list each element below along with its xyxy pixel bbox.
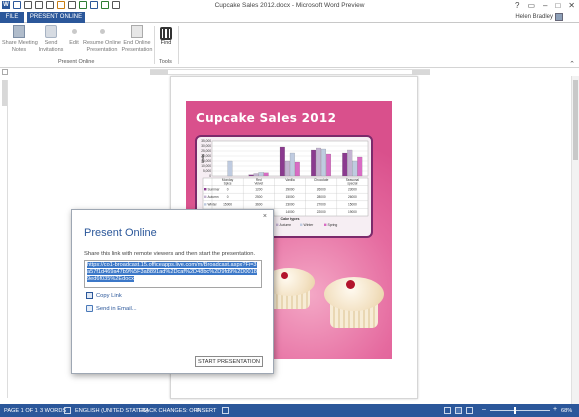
send-invitations-label: Send Invitations — [38, 40, 64, 53]
group-divider — [178, 26, 179, 64]
cover-title: Cupcake Sales 2012 — [196, 111, 337, 125]
ribbon-tabs: FILE PRESENT ONLINE Helen Bradley — [0, 12, 579, 24]
dialog-description: Share this link with remote viewers and … — [84, 251, 256, 257]
group-label-tools: Tools — [159, 59, 172, 65]
share-meeting-notes-label: Share Meeting Notes — [2, 40, 38, 53]
binoculars-icon — [160, 25, 172, 40]
resume-online-presentation-button[interactable]: Resume Online Presentation — [82, 25, 122, 53]
close-icon[interactable]: ✕ — [568, 1, 575, 10]
zoom-in-button[interactable]: + — [553, 406, 557, 413]
tab-file[interactable]: FILE — [0, 12, 24, 23]
copy-link-label: Copy Link — [96, 292, 122, 299]
resume-label: Resume Online Presentation — [83, 40, 121, 53]
edit-button[interactable]: Edit — [66, 25, 82, 47]
status-bar: PAGE 1 OF 1 3 WORDS ENGLISH (UNITED STAT… — [0, 404, 579, 417]
print-layout-icon[interactable] — [455, 407, 462, 414]
share-link-field[interactable]: https://co1-broadcast.15.officeapps.live… — [84, 260, 262, 288]
word-count[interactable]: 3 WORDS — [40, 408, 66, 414]
edit-label: Edit — [69, 40, 79, 46]
send-invitations-button[interactable]: Send Invitations — [36, 25, 66, 53]
avatar[interactable] — [555, 13, 563, 21]
ruler-left-margin — [150, 70, 168, 75]
zoom-slider-thumb[interactable] — [514, 407, 516, 414]
group-label-present-online: Present Online — [58, 59, 95, 65]
proofing-icon[interactable] — [64, 407, 71, 414]
email-icon — [86, 305, 93, 312]
ribbon-display-icon[interactable]: ▭ — [527, 1, 535, 10]
tab-selector[interactable] — [2, 69, 8, 75]
title-bar: W Cupcake Sales 2012.docx - Microsoft Wo… — [0, 0, 579, 12]
find-button[interactable]: Find — [157, 25, 175, 47]
zoom-out-button[interactable]: – — [482, 406, 486, 413]
window-controls: ? ▭ – □ ✕ — [515, 1, 575, 10]
scrollbar-thumb[interactable] — [573, 80, 578, 160]
edit-icon — [71, 29, 77, 34]
insert-mode[interactable]: INSERT — [196, 408, 216, 414]
user-name[interactable]: Helen Bradley — [515, 14, 553, 20]
group-divider — [154, 26, 155, 64]
end-presentation-icon — [131, 25, 143, 38]
share-link-text[interactable]: https://co1-broadcast.15.officeapps.live… — [87, 262, 257, 282]
read-mode-icon[interactable] — [444, 407, 451, 414]
vertical-scrollbar[interactable] — [571, 76, 579, 404]
help-icon[interactable]: ? — [515, 1, 519, 10]
send-in-email-label: Send in Email... — [96, 305, 137, 312]
copy-link-button[interactable]: Copy Link — [86, 292, 122, 299]
ruler-top-margin — [2, 80, 7, 106]
track-changes-status[interactable]: TRACK CHANGES: OFF — [138, 408, 200, 414]
vertical-ruler[interactable] — [2, 80, 8, 398]
end-online-presentation-button[interactable]: End Online Presentation — [120, 25, 154, 53]
onenote-icon — [13, 25, 25, 38]
copy-icon — [86, 292, 93, 299]
send-invitations-icon — [45, 25, 57, 38]
ruler-right-margin — [412, 70, 430, 75]
send-in-email-button[interactable]: Send in Email... — [86, 305, 137, 312]
collapse-ribbon-icon[interactable]: ⌃ — [569, 60, 575, 68]
minimize-icon[interactable]: – — [543, 1, 547, 10]
start-presentation-button[interactable]: START PRESENTATION — [195, 356, 263, 367]
web-layout-icon[interactable] — [466, 407, 473, 414]
maximize-icon[interactable]: □ — [555, 1, 560, 10]
present-online-dialog: × Present Online Share this link with re… — [71, 209, 274, 374]
zoom-slider[interactable] — [490, 410, 550, 411]
close-dialog-icon[interactable]: × — [263, 213, 267, 220]
end-label: End Online Presentation — [121, 40, 153, 53]
find-label: Find — [160, 40, 172, 46]
macro-icon[interactable] — [222, 407, 229, 414]
horizontal-ruler[interactable] — [150, 69, 430, 75]
zoom-level[interactable]: 68% — [561, 408, 572, 414]
page-count[interactable]: PAGE 1 OF 1 — [4, 408, 38, 414]
ribbon: Share Meeting Notes Send Invitations Edi… — [0, 23, 579, 68]
dialog-title: Present Online — [84, 227, 157, 239]
window-title: Cupcake Sales 2012.docx - Microsoft Word… — [214, 2, 365, 9]
share-meeting-notes-button[interactable]: Share Meeting Notes — [2, 25, 38, 53]
resume-icon — [99, 29, 105, 34]
